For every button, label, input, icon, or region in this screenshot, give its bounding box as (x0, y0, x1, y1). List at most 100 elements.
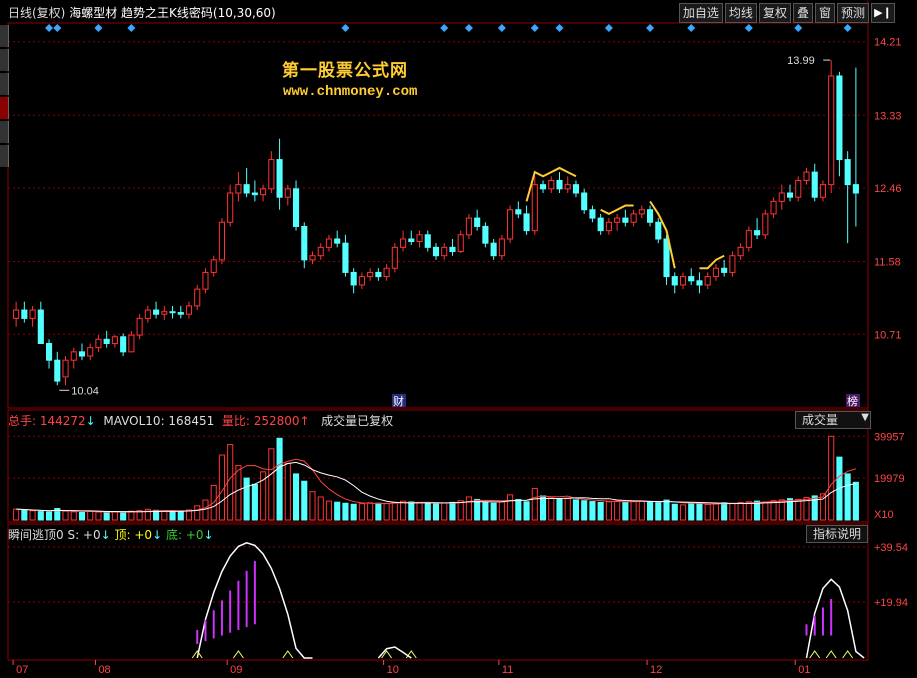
signal-diamond-icon (555, 24, 564, 32)
candle-body (432, 246, 440, 257)
forecast-button[interactable]: 预测 (836, 3, 869, 23)
signal-diamond-icon (53, 24, 62, 32)
add-watchlist-button[interactable]: 加自选 (678, 3, 723, 23)
volume-bar (45, 511, 53, 521)
indicator-triangle-icon (825, 650, 837, 659)
volume-bar (597, 501, 604, 521)
chevron-down-icon[interactable]: ▼ (861, 412, 869, 423)
watermark-url: www.chnmoney.com (283, 84, 418, 100)
candle-body (169, 311, 176, 314)
volume-indicator-select[interactable]: 成交量 (795, 411, 871, 429)
candle-body (745, 230, 752, 248)
candle-body (688, 276, 695, 282)
candle-body (111, 336, 118, 344)
side-tab[interactable] (0, 121, 9, 143)
candle-body (622, 217, 629, 223)
candle-body (729, 255, 736, 273)
volume-unit-label: X10 (874, 509, 894, 521)
adjust-price-button[interactable]: 复权 (758, 3, 791, 23)
candle-body (754, 230, 761, 236)
volume-bar (647, 501, 654, 521)
trend-overlay-line (600, 204, 634, 216)
candle-body (202, 271, 209, 290)
candle-body (828, 75, 835, 186)
signal-diamond-icon (687, 24, 696, 32)
volume-bar (21, 509, 28, 521)
volume-bar (424, 502, 431, 521)
volume-bar (556, 498, 563, 521)
volume-bar (284, 462, 291, 521)
candle-body (334, 238, 341, 244)
volume-bar (630, 500, 637, 521)
candle-body (317, 246, 324, 257)
candle-body (95, 338, 102, 349)
x-tick-label: 10 (387, 664, 399, 676)
candle-body (243, 184, 250, 194)
candle-body (482, 225, 489, 244)
volume-bar (169, 510, 176, 521)
period-label[interactable]: 日线(复权) (8, 6, 65, 20)
candle-body (350, 271, 357, 286)
volume-bar (235, 465, 242, 521)
overlay-button[interactable]: 叠 (792, 3, 813, 23)
candle-body (235, 184, 242, 194)
volume-bar (62, 510, 69, 521)
volume-bar (276, 437, 283, 521)
volume-bar (400, 500, 407, 521)
x-tick-label: 07 (16, 664, 28, 676)
candle-body (400, 238, 407, 248)
candle-body (136, 317, 143, 336)
volume-bar (37, 511, 44, 521)
play-pause-icon[interactable]: ▶❙ (871, 3, 895, 23)
candle-body (712, 267, 719, 278)
indicator-triangle-icon (842, 650, 854, 659)
candle-body (153, 309, 160, 315)
candle-body (762, 213, 769, 236)
indicator-help-button[interactable]: 指标说明 (805, 525, 868, 543)
candle-body (572, 184, 580, 194)
overlay-markers (45, 24, 852, 270)
candle-body (655, 221, 662, 240)
candlestick-series (13, 60, 859, 386)
side-tab[interactable] (0, 73, 9, 95)
signal-diamond-icon (497, 24, 506, 32)
volume-bar (482, 501, 489, 521)
side-tab[interactable] (0, 145, 9, 167)
volume-bar (539, 495, 547, 521)
volume-bar (778, 499, 785, 521)
candle-body (647, 209, 654, 223)
moving-average-button[interactable]: 均线 (724, 3, 757, 23)
window-button[interactable]: 窗 (814, 3, 835, 23)
volume-bar (688, 503, 695, 521)
chart-canvas[interactable]: 14.21 13.33 12.46 11.58 10.71 13.99 10.04 财 榜 399… (0, 0, 917, 678)
volume-series (13, 435, 859, 521)
indicator-tick-label: +39.54 (874, 542, 908, 554)
candle-body (120, 336, 127, 353)
volume-bar (638, 500, 645, 521)
candle-body (597, 217, 604, 232)
candle-body (301, 225, 308, 261)
candle-body (679, 276, 687, 286)
candle-body (671, 276, 678, 286)
volume-bar (317, 496, 324, 521)
volume-bar (745, 501, 752, 521)
candle-body (210, 259, 217, 273)
volume-bar (712, 503, 719, 521)
signal-diamond-icon (744, 24, 753, 32)
side-tab[interactable] (0, 25, 9, 47)
x-tick-label: 01 (798, 664, 810, 676)
volume-tick-label: 39957 (874, 431, 905, 443)
indicator-name[interactable]: 趋势之王K线密码(10,30,60) (121, 6, 276, 20)
candle-body (161, 311, 168, 315)
volume-bar (523, 501, 530, 521)
candle-body (218, 221, 225, 261)
side-tab[interactable] (0, 49, 9, 71)
candle-body (811, 171, 818, 198)
volume-bar (342, 502, 349, 521)
candle-body (408, 238, 415, 242)
side-tab-active[interactable] (0, 97, 9, 119)
candle-body (819, 184, 827, 198)
signal-diamond-icon (604, 24, 613, 32)
candle-body (260, 188, 267, 196)
volume-bar (507, 494, 514, 521)
